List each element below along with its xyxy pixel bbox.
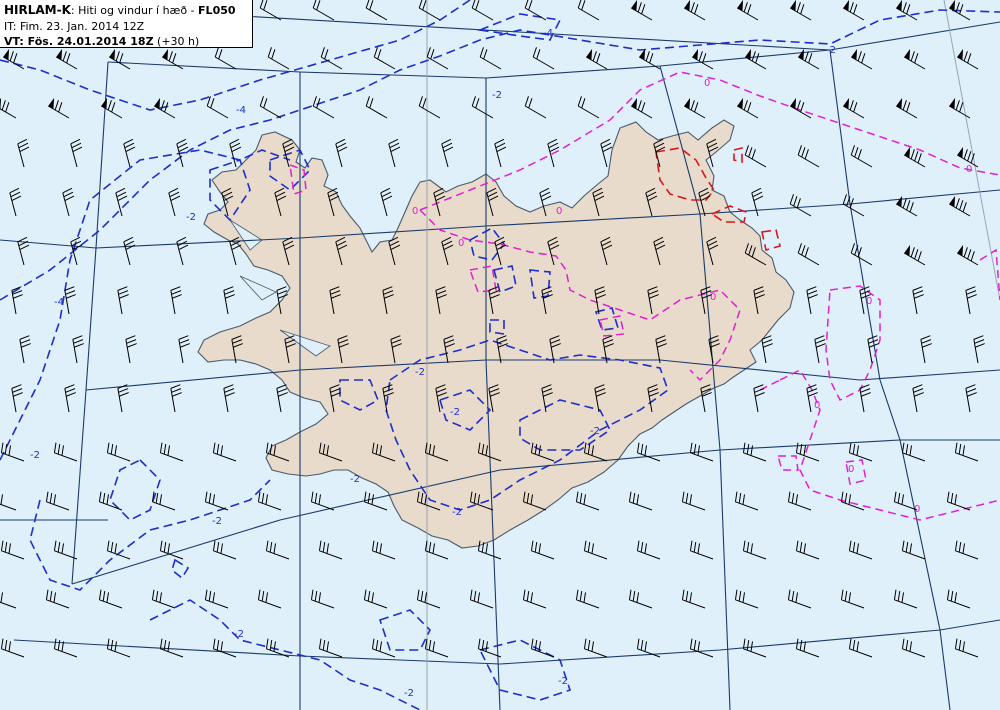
contour-label-neg2: -2	[404, 688, 414, 699]
contour-label-zero: 0	[458, 238, 464, 249]
contour-label-neg2: -2	[212, 516, 222, 527]
initial-time-value: Fim. 23. Jan. 2014 12Z	[16, 19, 145, 33]
title-line: HIRLAM-K: Hiti og vindur í hæð - FL050	[4, 3, 248, 19]
contour-label-neg4: -4	[236, 105, 246, 116]
contour-label-zero: 0	[814, 400, 820, 411]
weather-map: -4 -4 -4 -2 -2 -2 -2 -2 -2 -2 -2 -2 -2 -…	[0, 0, 1000, 710]
model-name: HIRLAM-K	[4, 3, 71, 17]
contour-label-neg2: -2	[450, 407, 460, 418]
contour-label-neg2: -2	[492, 90, 502, 101]
contour-label-neg2: -2	[590, 426, 600, 437]
contour-label-neg2: -2	[350, 474, 360, 485]
valid-time-label: VT:	[4, 35, 24, 48]
contour-label-neg2: -2	[415, 367, 425, 378]
contour-label-zero: 0	[966, 164, 972, 175]
contour-label-zero: 0	[848, 464, 854, 475]
contour-label-zero: 0	[866, 296, 872, 307]
map-description: : Hiti og vindur í hæð -	[70, 4, 199, 17]
forecast-offset: (+30 h)	[153, 35, 200, 48]
flight-level: FL050	[198, 4, 236, 17]
contour-label-zero: 0	[412, 206, 418, 217]
contour-label-neg2: -2	[452, 507, 462, 518]
contour-label-neg2: -2	[186, 212, 196, 223]
contour-label-neg4: -4	[54, 297, 64, 308]
initial-time-label: IT:	[4, 19, 17, 33]
map-info-box: HIRLAM-K: Hiti og vindur í hæð - FL050 I…	[0, 0, 253, 48]
contour-label-zero: 0	[704, 78, 710, 89]
contour-label-neg2: -2	[30, 450, 40, 461]
contour-label-zero: 0	[710, 292, 716, 303]
valid-time-value: Fös. 24.01.2014 18Z	[23, 35, 154, 48]
map-canvas: -4 -4 -4 -2 -2 -2 -2 -2 -2 -2 -2 -2 -2 -…	[0, 0, 1000, 710]
contour-label-neg2: -2	[558, 676, 568, 687]
initial-time-line: IT: Fim. 23. Jan. 2014 12Z	[4, 19, 248, 35]
contour-label-neg2: -2	[234, 629, 244, 640]
valid-time-line: VT: Fös. 24.01.2014 18Z (+30 h)	[4, 34, 248, 50]
contour-label-neg2: -2	[826, 45, 836, 56]
contour-label-zero: 0	[556, 206, 562, 217]
contour-label-neg4: -4	[543, 28, 553, 39]
